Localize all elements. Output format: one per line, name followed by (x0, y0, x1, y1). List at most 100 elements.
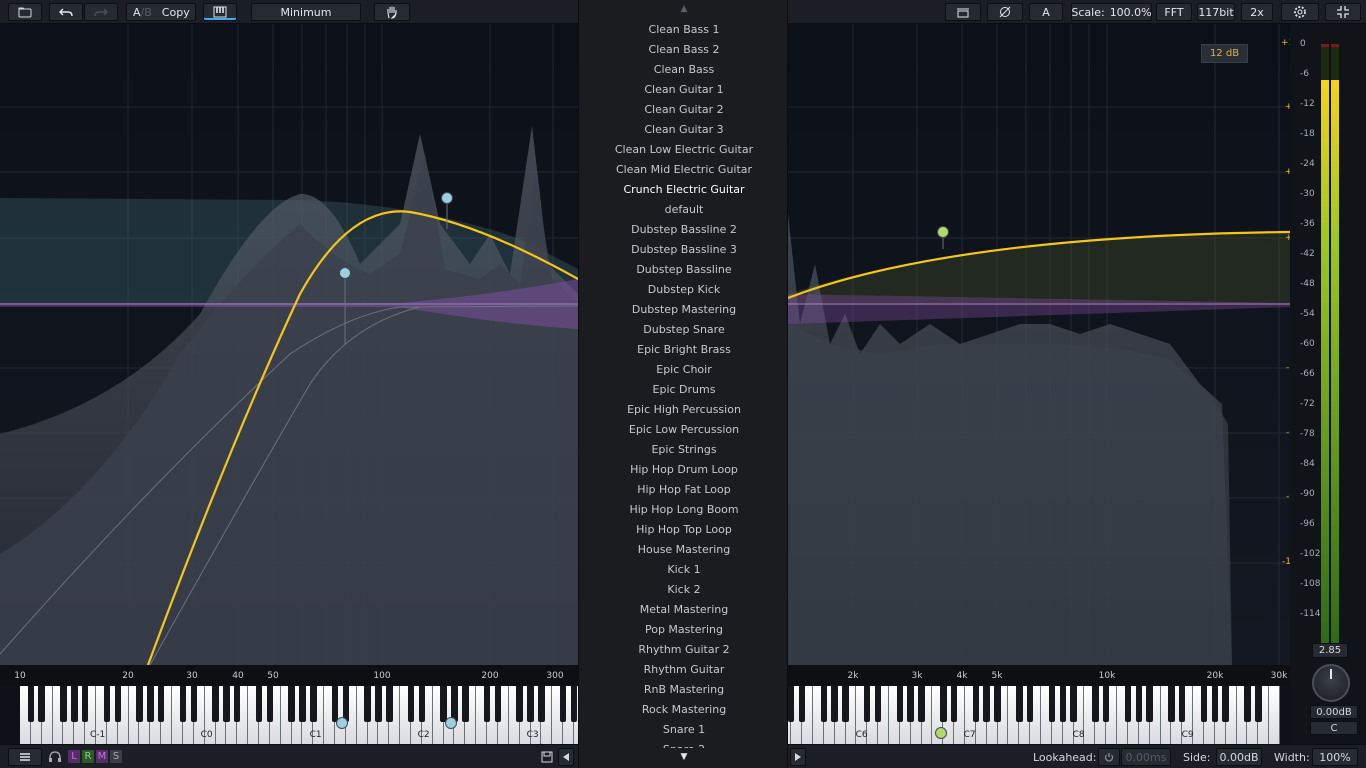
piano-black-key[interactable] (114, 686, 122, 722)
copy-button[interactable]: Copy (162, 6, 190, 19)
piano-black-key[interactable] (896, 686, 904, 722)
preset-item[interactable]: Snare 1 (579, 720, 789, 740)
band3-node[interactable] (937, 226, 949, 238)
preset-item[interactable]: Rhythm Guitar (579, 660, 789, 680)
preset-item[interactable]: Clean Bass (579, 60, 789, 80)
preset-item[interactable]: Epic Bright Brass (579, 340, 789, 360)
piano-black-key[interactable] (1168, 686, 1175, 722)
preset-item[interactable]: Epic Low Percussion (579, 420, 789, 440)
piano-display-toggle[interactable] (203, 3, 237, 21)
piano-black-key[interactable] (516, 686, 523, 722)
piano-black-key[interactable] (1178, 686, 1186, 722)
piano-black-key[interactable] (494, 686, 502, 722)
piano-black-key[interactable] (190, 686, 198, 722)
piano-black-key[interactable] (136, 686, 143, 722)
piano-black-key[interactable] (798, 686, 806, 722)
preset-item[interactable]: Crunch Electric Guitar (579, 180, 789, 200)
preset-item[interactable]: default (579, 200, 789, 220)
piano-black-key[interactable] (386, 686, 393, 722)
piano-black-key[interactable] (147, 686, 154, 722)
piano-black-key[interactable] (950, 686, 958, 722)
oversampling-button[interactable]: 2x (1241, 3, 1273, 21)
piano-black-key[interactable] (71, 686, 78, 722)
piano-black-key[interactable] (972, 686, 980, 722)
piano-black-key[interactable] (983, 686, 990, 722)
preset-item[interactable]: Dubstep Bassline 3 (579, 240, 789, 260)
fullscreen-button[interactable] (1325, 3, 1361, 21)
preset-item[interactable]: Epic Strings (579, 440, 789, 460)
piano-black-key[interactable] (440, 686, 447, 722)
piano-black-key[interactable] (1255, 686, 1262, 722)
piano-black-key[interactable] (310, 686, 317, 722)
piano-black-key[interactable] (527, 686, 534, 722)
ab-b-button[interactable]: B (144, 6, 152, 19)
scroll-up-arrow-icon[interactable]: ▲ (579, 4, 789, 14)
preset-browser-button[interactable] (8, 3, 42, 21)
piano-black-key[interactable] (60, 686, 67, 722)
piano-black-key[interactable] (179, 686, 187, 722)
piano-black-key[interactable] (842, 686, 849, 722)
preset-item[interactable]: Rhythm Guitar 2 (579, 640, 789, 660)
preset-item[interactable]: Dubstep Bassline (579, 260, 789, 280)
preset-item[interactable]: Rock Mastering (579, 700, 789, 720)
side-gain-value[interactable]: 0.00dB (1216, 748, 1262, 766)
preset-item[interactable]: Metal Mastering (579, 600, 789, 620)
mode-right-button[interactable]: R (82, 750, 94, 763)
piano-black-key[interactable] (1102, 686, 1110, 722)
piano-black-key[interactable] (1026, 686, 1034, 722)
piano-black-key[interactable] (1135, 686, 1143, 722)
mode-mid-button[interactable]: M (96, 750, 108, 763)
bypass-button[interactable] (945, 3, 981, 21)
preset-item[interactable]: Hip Hop Long Boom (579, 500, 789, 520)
scale-control[interactable]: Scale: 100.0% (1071, 3, 1152, 21)
piano-black-key[interactable] (255, 686, 263, 722)
fft-button[interactable]: FFT (1156, 3, 1192, 21)
preset-item[interactable]: Dubstep Mastering (579, 300, 789, 320)
preset-item[interactable]: Kick 2 (579, 580, 789, 600)
phase-invert-button[interactable] (987, 3, 1023, 21)
bit-depth-button[interactable]: 117bit (1197, 3, 1235, 21)
band2-node[interactable] (441, 192, 453, 204)
pan-tool-button[interactable] (374, 3, 410, 21)
piano-black-key[interactable] (157, 686, 165, 722)
piano-black-key[interactable] (375, 686, 382, 722)
preset-item[interactable]: Dubstep Bassline 2 (579, 220, 789, 240)
piano-black-key[interactable] (233, 686, 241, 722)
preset-item[interactable]: Epic Drums (579, 380, 789, 400)
previous-preset-button[interactable] (558, 748, 574, 766)
piano-black-key[interactable] (831, 686, 838, 722)
piano-black-key[interactable] (418, 686, 426, 722)
next-preset-button[interactable] (790, 748, 806, 766)
piano-black-key[interactable] (81, 686, 89, 722)
mode-side-button[interactable]: S (110, 750, 122, 763)
piano-black-key[interactable] (38, 686, 45, 722)
piano-black-key[interactable] (570, 686, 578, 722)
preset-item[interactable]: Hip Hop Fat Loop (579, 480, 789, 500)
preset-item[interactable]: Dubstep Snare (579, 320, 789, 340)
monitor-button[interactable] (48, 751, 62, 766)
piano-black-key[interactable] (1048, 686, 1056, 722)
piano-black-key[interactable] (1146, 686, 1153, 722)
phase-mode-select[interactable]: Minimum (251, 3, 361, 21)
redo-button[interactable] (84, 3, 118, 21)
preset-item[interactable]: Clean Guitar 1 (579, 80, 789, 100)
piano-black-key[interactable] (1016, 686, 1023, 722)
piano-black-key[interactable] (559, 686, 567, 722)
preset-item[interactable]: Hip Hop Drum Loop (579, 460, 789, 480)
piano-black-key[interactable] (940, 686, 947, 722)
scroll-down-arrow-icon[interactable]: ▼ (579, 752, 789, 762)
channel-mode-button[interactable]: C (1310, 721, 1358, 735)
piano-black-key[interactable] (462, 686, 469, 722)
piano-black-key[interactable] (538, 686, 545, 722)
band1-node[interactable] (339, 267, 351, 279)
piano-black-key[interactable] (331, 686, 339, 722)
piano-black-key[interactable] (1070, 686, 1077, 722)
piano-black-key[interactable] (1222, 686, 1229, 722)
lookahead-value[interactable]: 0.00ms (1121, 748, 1171, 766)
band3-piano-marker[interactable] (935, 727, 947, 739)
peak-readout[interactable]: 2.85 (1312, 643, 1348, 658)
display-range-button[interactable]: 12 dB (1201, 44, 1248, 63)
piano-black-key[interactable] (820, 686, 828, 722)
piano-black-key[interactable] (1211, 686, 1219, 722)
piano-black-key[interactable] (994, 686, 1001, 722)
